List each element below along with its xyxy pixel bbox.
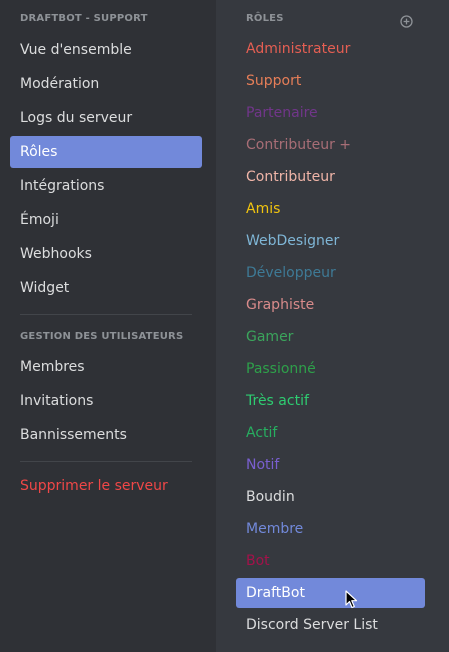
role-item[interactable]: Contributeur (236, 162, 425, 192)
sidebar-item-audit-log[interactable]: Logs du serveur (10, 102, 202, 134)
role-item[interactable]: Membre (236, 514, 425, 544)
role-item[interactable]: Discord Server List (236, 610, 425, 640)
role-item[interactable]: WebDesigner (236, 226, 425, 256)
plus-circle-icon[interactable] (400, 13, 413, 28)
role-item[interactable]: Actif (236, 418, 425, 448)
server-settings-window: DRAFTBOT - SUPPORT Vue d'ensemble Modéra… (0, 0, 449, 652)
sidebar-item-overview[interactable]: Vue d'ensemble (10, 34, 202, 66)
role-item[interactable]: Boudin (236, 482, 425, 512)
sidebar-item-webhooks[interactable]: Webhooks (10, 238, 202, 270)
settings-sidebar: DRAFTBOT - SUPPORT Vue d'ensemble Modéra… (0, 0, 216, 652)
role-item[interactable]: Support (236, 66, 425, 96)
role-item[interactable]: Notif (236, 450, 425, 480)
sidebar-item-roles[interactable]: Rôles (10, 136, 202, 168)
sidebar-item-invites[interactable]: Invitations (10, 385, 202, 417)
delete-server-button[interactable]: Supprimer le serveur (10, 470, 202, 502)
sidebar-divider (20, 461, 192, 462)
role-item[interactable]: Contributeur + (236, 130, 425, 160)
role-item[interactable]: Développeur (236, 258, 425, 288)
role-item[interactable]: Partenaire (236, 98, 425, 128)
server-name-header: DRAFTBOT - SUPPORT (20, 13, 148, 24)
sidebar-divider (20, 314, 192, 315)
sidebar-item-bans[interactable]: Bannissements (10, 419, 202, 451)
roles-header: RÔLES (246, 13, 284, 24)
role-item[interactable]: Administrateur (236, 34, 425, 64)
role-item[interactable]: Amis (236, 194, 425, 224)
role-item[interactable]: Très actif (236, 386, 425, 416)
user-management-header: GESTION DES UTILISATEURS (20, 331, 184, 342)
sidebar-item-moderation[interactable]: Modération (10, 68, 202, 100)
sidebar-item-integrations[interactable]: Intégrations (10, 170, 202, 202)
sidebar-item-members[interactable]: Membres (10, 351, 202, 383)
roles-panel: RÔLES Administrateur Support Partenaire … (216, 0, 449, 652)
role-item[interactable]: Passionné (236, 354, 425, 384)
role-item[interactable]: Graphiste (236, 290, 425, 320)
sidebar-item-emoji[interactable]: Émoji (10, 204, 202, 236)
sidebar-item-widget[interactable]: Widget (10, 272, 202, 304)
role-item[interactable]: Bot (236, 546, 425, 576)
role-item-selected[interactable]: DraftBot (236, 578, 425, 608)
role-item[interactable]: Gamer (236, 322, 425, 352)
